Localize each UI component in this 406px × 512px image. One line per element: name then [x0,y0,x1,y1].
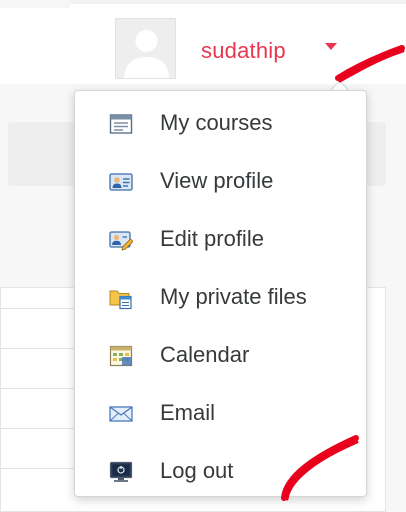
logout-monitor-icon [109,460,133,484]
courses-icon [109,112,133,136]
avatar[interactable] [115,18,176,79]
background-divider [1,308,77,309]
edit-profile-icon [109,228,134,252]
background-divider [1,428,77,429]
user-menu-caret-icon[interactable] [325,43,337,50]
menu-item-label: My courses [160,110,273,135]
menu-item-edit-profile[interactable]: Edit profile [75,211,366,269]
menu-item-label: View profile [160,168,274,193]
background-divider [1,388,77,389]
profile-card-icon [109,170,133,194]
menu-item-label: Email [160,400,216,425]
user-menu-name[interactable]: sudathip [201,38,286,64]
menu-item-calendar[interactable]: Calendar [75,327,366,385]
menu-item-label: Edit profile [160,226,264,251]
menu-item-my-private-files[interactable]: My private files [75,269,366,327]
user-dropdown-menu: My courses View profile Edit profile My … [74,90,367,497]
menu-item-email[interactable]: Email [75,385,366,443]
menu-item-view-profile[interactable]: View profile [75,153,366,211]
top-border-segment [0,0,70,8]
top-navbar: sudathip [0,0,406,85]
menu-item-label: My private files [160,284,307,309]
background-divider [1,348,77,349]
default-user-icon [116,19,175,78]
folder-files-icon [109,286,133,310]
menu-item-label: Calendar [160,342,250,367]
background-divider [1,468,77,469]
calendar-icon [109,344,133,368]
menu-item-my-courses[interactable]: My courses [75,95,366,153]
menu-item-log-out[interactable]: Log out [75,443,366,501]
menu-item-label: Log out [160,458,234,483]
envelope-icon [109,402,133,426]
